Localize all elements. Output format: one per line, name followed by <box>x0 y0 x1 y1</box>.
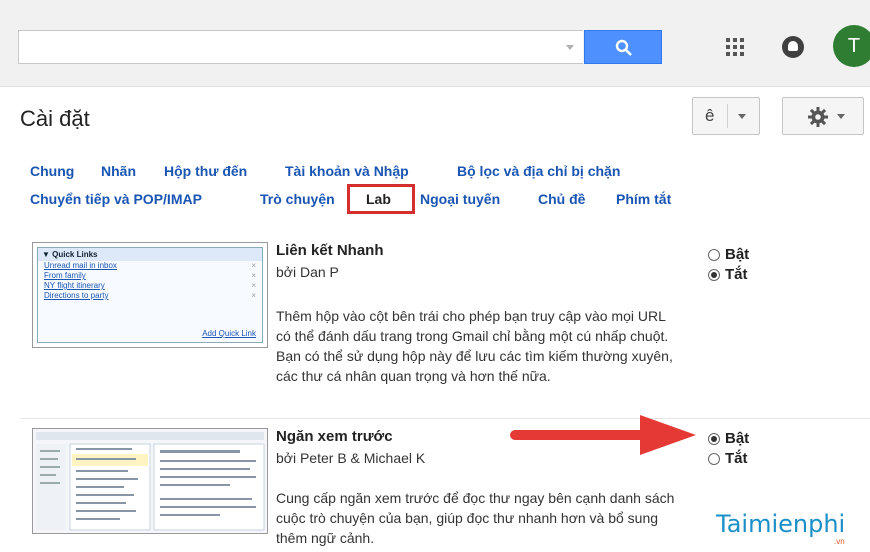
watermark-suffix: .vn <box>834 537 845 546</box>
apps-grid-icon[interactable] <box>725 37 745 57</box>
watermark-logo: Taimienphi <box>716 510 846 538</box>
tab-keyboard-shortcuts[interactable]: Phím tắt <box>616 191 671 207</box>
tab-offline[interactable]: Ngoại tuyến <box>420 191 500 207</box>
feature-description: Thêm hộp vào cột bên trái cho phép bạn t… <box>276 308 673 384</box>
notifications-icon[interactable] <box>782 36 804 58</box>
tab-forwarding-pop-imap[interactable]: Chuyển tiếp và POP/IMAP <box>30 191 202 207</box>
quick-link-text: From family <box>44 271 86 280</box>
chevron-down-icon <box>837 114 845 119</box>
input-tools-button[interactable]: ê <box>692 97 760 135</box>
radio-button-selected-icon <box>708 268 720 281</box>
avatar[interactable]: T <box>833 25 870 67</box>
radio-label: Bật <box>725 246 750 263</box>
feature-description: Cung cấp ngăn xem trước để đọc thư ngay … <box>276 490 675 546</box>
quick-link-text: Directions to party <box>44 291 109 300</box>
radio-label: Bật <box>725 430 750 447</box>
disable-radio[interactable]: Tắt <box>708 450 748 467</box>
close-icon: × <box>251 271 256 280</box>
quick-links-header-label: Quick Links <box>52 250 98 259</box>
search-button[interactable] <box>584 30 662 64</box>
highlight-box <box>347 184 415 214</box>
tab-inbox[interactable]: Hộp thư đến <box>164 163 247 179</box>
quick-links-thumbnail: ▼ Quick Links Unread mail in inbox × From… <box>32 242 268 348</box>
add-quick-link: Add Quick Link <box>202 329 256 338</box>
gear-icon <box>808 107 828 127</box>
radio-button-selected-icon <box>708 432 720 445</box>
list-item: From family × <box>38 271 262 281</box>
list-item: Unread mail in inbox × <box>38 261 262 271</box>
input-tools-label: ê <box>705 106 715 125</box>
tab-general[interactable]: Chung <box>30 163 74 179</box>
radio-button-icon <box>708 248 720 261</box>
tab-filters-blocked[interactable]: Bộ lọc và địa chỉ bị chặn <box>457 163 620 179</box>
feature-author: bởi Dan P <box>276 264 339 280</box>
close-icon: × <box>251 281 256 290</box>
search-input[interactable] <box>18 30 583 64</box>
tab-labels[interactable]: Nhãn <box>101 163 136 179</box>
search-options-chevron-icon[interactable] <box>566 45 574 50</box>
tab-themes[interactable]: Chủ đề <box>538 191 585 207</box>
radio-label: Tắt <box>725 450 748 467</box>
radio-button-icon <box>708 452 720 465</box>
enable-radio[interactable]: Bật <box>708 430 749 447</box>
lab-feature-quick-links: ▼ Quick Links Unread mail in inbox × From… <box>20 222 870 419</box>
close-icon: × <box>251 261 256 270</box>
quick-link-text: Unread mail in inbox <box>44 261 117 270</box>
top-bar: T <box>0 0 870 87</box>
quick-links-header: ▼ Quick Links <box>38 248 262 261</box>
feature-title: Ngăn xem trước <box>276 428 393 445</box>
tab-chat[interactable]: Trò chuyện <box>260 191 335 207</box>
disable-radio[interactable]: Tắt <box>708 266 748 283</box>
close-icon: × <box>251 291 256 300</box>
feature-author: bởi Peter B & Michael K <box>276 450 426 466</box>
preview-pane-thumbnail <box>32 428 268 534</box>
red-arrow-icon <box>510 415 696 455</box>
radio-label: Tắt <box>725 266 748 283</box>
quick-links-preview: ▼ Quick Links Unread mail in inbox × From… <box>37 247 263 343</box>
feature-title: Liên kết Nhanh <box>276 242 384 259</box>
tab-accounts-import[interactable]: Tài khoản và Nhập <box>285 163 409 179</box>
page-title: Cài đặt <box>20 106 90 131</box>
chevron-down-icon <box>738 114 746 119</box>
list-item: NY flight itinerary × <box>38 281 262 291</box>
quick-link-text: NY flight itinerary <box>44 281 105 290</box>
list-item: Directions to party × <box>38 291 262 301</box>
settings-gear-button[interactable] <box>782 97 864 135</box>
enable-radio[interactable]: Bật <box>708 246 749 263</box>
search-icon <box>615 39 632 56</box>
divider <box>727 104 728 128</box>
